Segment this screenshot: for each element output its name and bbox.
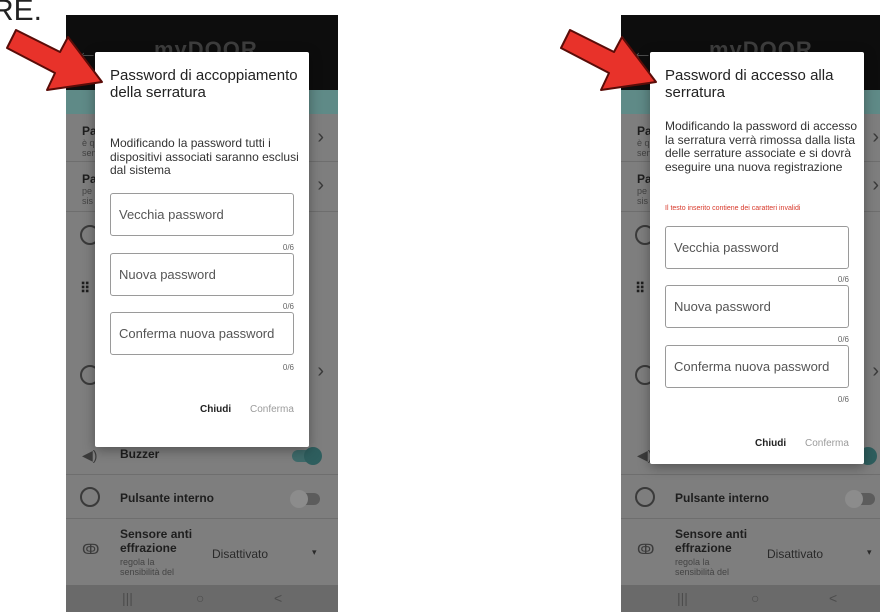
row-subtitle: è q sen — [637, 138, 652, 158]
buzzer-label: Buzzer — [120, 447, 160, 461]
dialog-message: Modificando la password tutti i disposit… — [110, 136, 299, 177]
sensore-row: ↂ Sensore anti effrazione regola la sens… — [621, 519, 880, 585]
chevron-right-icon: › — [317, 126, 324, 148]
old-password-input[interactable] — [666, 227, 848, 268]
sensore-subtitle: regola la sensibilità del — [675, 557, 730, 577]
row-subtitle: pe sis — [82, 186, 93, 206]
speaker-icon: ◀) — [82, 447, 98, 463]
char-counter: 0/6 — [282, 302, 294, 311]
red-arrow-icon — [6, 29, 103, 91]
char-counter: 0/6 — [282, 363, 294, 372]
sensore-title: Sensore anti effrazione — [120, 527, 193, 555]
char-counter: 0/6 — [837, 335, 849, 344]
vibration-icon: ↂ — [82, 541, 100, 557]
old-password-field[interactable] — [665, 226, 849, 269]
keypad-icon: ⠿ — [635, 280, 646, 296]
chevron-right-icon: › — [317, 360, 324, 382]
circle-icon — [80, 487, 100, 507]
char-counter: 0/6 — [837, 395, 849, 404]
new-password-field[interactable] — [110, 253, 294, 296]
confirm-password-field[interactable] — [110, 312, 294, 355]
pulsante-toggle[interactable] — [290, 490, 320, 508]
nav-back-icon[interactable]: < — [274, 590, 282, 606]
chevron-right-icon: › — [872, 174, 879, 196]
keypad-icon: ⠿ — [80, 280, 91, 296]
sensore-row: ↂ Sensore anti effrazione regola la sens… — [66, 519, 338, 585]
error-message: Il testo inserito contiene dei caratteri… — [665, 205, 801, 212]
vibration-icon: ↂ — [637, 541, 655, 557]
nav-back-icon[interactable]: < — [829, 590, 837, 606]
dropdown-caret-icon: ▾ — [312, 547, 317, 557]
pulsante-label: Pulsante interno — [675, 491, 770, 505]
recent-apps-icon[interactable]: ||| — [677, 590, 688, 606]
phone-screenshot-left: ← myDOOR Pa è q sen › Pa pe sis › ⠿ › ◀)… — [66, 15, 338, 612]
confirm-button[interactable]: Conferma — [805, 438, 849, 449]
buzzer-toggle[interactable] — [292, 447, 322, 465]
red-arrow-icon — [560, 29, 657, 91]
close-button[interactable]: Chiudi — [200, 404, 231, 415]
confirm-password-input[interactable] — [111, 313, 293, 354]
new-password-input[interactable] — [111, 254, 293, 295]
sensore-title: Sensore anti effrazione — [675, 527, 748, 555]
confirm-password-input[interactable] — [666, 346, 848, 387]
dialog-title: Password di accoppiamento della serratur… — [110, 67, 298, 101]
new-password-input[interactable] — [666, 286, 848, 327]
dialog-title: Password di accesso alla serratura — [665, 67, 834, 101]
pulsante-label: Pulsante interno — [120, 491, 215, 505]
confirm-button[interactable]: Conferma — [250, 404, 294, 415]
pulsante-row: Pulsante interno — [621, 475, 880, 519]
recent-apps-icon[interactable]: ||| — [122, 590, 133, 606]
phone-screenshot-right: ← myDOOR Pa è q sen › Pa pe sis › ⠿ › ◀)… — [621, 15, 880, 612]
sensore-subtitle: regola la sensibilità del — [120, 557, 175, 577]
password-dialog: Password di accoppiamento della serratur… — [95, 52, 309, 447]
dropdown-caret-icon: ▾ — [867, 547, 872, 557]
char-counter: 0/6 — [837, 275, 849, 284]
password-dialog: Password di accesso alla serratura Modif… — [650, 52, 864, 464]
android-nav-bar: ||| ○ < — [621, 585, 880, 612]
old-password-field[interactable] — [110, 193, 294, 236]
new-password-field[interactable] — [665, 285, 849, 328]
row-subtitle: è q sen — [82, 138, 97, 158]
char-counter: 0/6 — [282, 243, 294, 252]
close-button[interactable]: Chiudi — [755, 438, 786, 449]
pulsante-row: Pulsante interno — [66, 475, 338, 519]
home-icon[interactable]: ○ — [751, 590, 759, 606]
home-icon[interactable]: ○ — [196, 590, 204, 606]
chevron-right-icon: › — [872, 360, 879, 382]
pulsante-toggle[interactable] — [845, 490, 875, 508]
sensore-select[interactable]: Disattivato — [212, 547, 268, 561]
chevron-right-icon: › — [317, 174, 324, 196]
android-nav-bar: ||| ○ < — [66, 585, 338, 612]
sensore-select[interactable]: Disattivato — [767, 547, 823, 561]
dialog-message: Modificando la password di accesso la se… — [665, 119, 858, 174]
chevron-right-icon: › — [872, 126, 879, 148]
old-password-input[interactable] — [111, 194, 293, 235]
confirm-password-field[interactable] — [665, 345, 849, 388]
circle-icon — [635, 487, 655, 507]
row-subtitle: pe sis — [637, 186, 648, 206]
